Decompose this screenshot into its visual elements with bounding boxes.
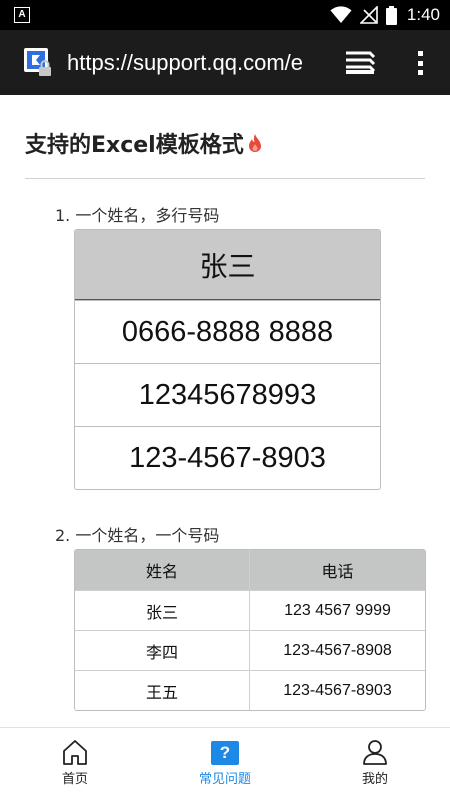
cell-name: 张三: [75, 591, 250, 630]
battery-icon: [385, 5, 397, 25]
table-header-row: 姓名 电话: [75, 550, 425, 590]
site-security-icon[interactable]: [24, 47, 54, 78]
section-1-label: 1. 一个姓名，多行号码: [55, 206, 220, 225]
browser-toolbar: https://support.qq.com/e: [0, 30, 450, 95]
page-title-text: 支持的Excel模板格式: [25, 133, 244, 158]
status-bar: A 1:40: [0, 0, 450, 30]
nav-home[interactable]: 首页: [30, 728, 120, 800]
table-row: 李四 123-4567-8908: [75, 630, 425, 670]
overflow-menu-icon[interactable]: [412, 49, 428, 77]
column-header-name: 姓名: [75, 550, 250, 590]
cell-phone: 123 4567 9999: [284, 601, 391, 619]
template-table-single-number: 姓名 电话 张三 123 4567 9999 李四 123-4567-8908 …: [74, 549, 426, 711]
tabs-icon[interactable]: [344, 49, 376, 77]
nav-mine-label: 我的: [361, 772, 388, 787]
table-header-name: 张三: [75, 230, 380, 300]
title-divider: [25, 178, 425, 179]
nav-mine[interactable]: 我的: [330, 728, 420, 800]
table-row: 12345678993: [75, 363, 380, 426]
cell-name: 李四: [75, 631, 250, 670]
url-bar[interactable]: https://support.qq.com/e: [67, 50, 322, 76]
table-row: 0666-8888 8888: [75, 300, 380, 363]
page-content: 支持的Excel模板格式 1. 一个姓名，多行号码 张三 0666-8888 8…: [0, 95, 450, 727]
cell-name: 王五: [75, 671, 250, 710]
table-row: 王五 123-4567-8903: [75, 670, 425, 710]
fire-icon: [248, 134, 261, 152]
help-icon: ?: [211, 741, 239, 765]
page-title: 支持的Excel模板格式: [25, 127, 263, 159]
user-icon: [363, 740, 387, 765]
nav-home-label: 首页: [61, 772, 88, 787]
cell-phone: 123-4567-8908: [283, 641, 392, 659]
table-row: 张三 123 4567 9999: [75, 590, 425, 630]
cell-phone: 123-4567-8903: [283, 681, 392, 699]
home-icon: [63, 740, 87, 765]
nav-faq[interactable]: ? 常见问题: [180, 728, 270, 800]
wifi-icon: [330, 6, 352, 23]
bottom-nav: 首页 ? 常见问题 我的: [0, 727, 450, 800]
status-time: 1:40: [406, 5, 440, 24]
section-2-label: 2. 一个姓名，一个号码: [55, 526, 220, 545]
nav-faq-label: 常见问题: [198, 772, 251, 787]
table-row: 123-4567-8903: [75, 426, 380, 489]
no-signal-icon: [359, 6, 378, 24]
template-table-multi-number: 张三 0666-8888 8888 12345678993 123-4567-8…: [74, 229, 381, 490]
app-notification-icon: A: [14, 7, 30, 23]
column-header-phone: 电话: [321, 562, 354, 581]
